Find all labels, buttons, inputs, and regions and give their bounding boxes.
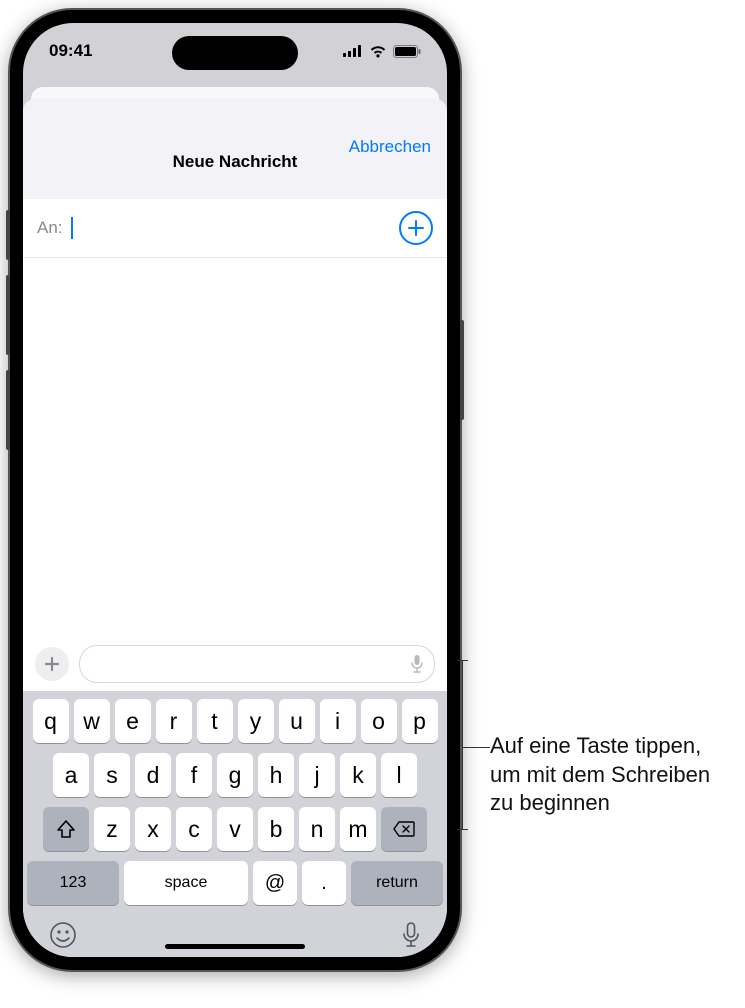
dictation-button[interactable] <box>401 921 421 949</box>
key-row-3: z x c v b n m <box>27 807 443 851</box>
compose-area[interactable] <box>23 258 447 637</box>
backspace-icon <box>392 820 416 838</box>
key-y[interactable]: y <box>238 699 274 743</box>
volume-up <box>6 275 10 355</box>
volume-down <box>6 370 10 450</box>
battery-icon <box>393 45 421 58</box>
shift-key[interactable] <box>43 807 89 851</box>
to-label: An: <box>37 218 63 238</box>
key-p[interactable]: p <box>402 699 438 743</box>
dynamic-island <box>172 36 298 70</box>
backspace-key[interactable] <box>381 807 427 851</box>
key-e[interactable]: e <box>115 699 151 743</box>
message-input-bar <box>23 637 447 691</box>
key-v[interactable]: v <box>217 807 253 851</box>
power-button <box>460 320 464 420</box>
key-row-2: a s d f g h j k l <box>27 753 443 797</box>
status-icons <box>343 45 421 58</box>
emoji-icon <box>49 921 77 949</box>
key-d[interactable]: d <box>135 753 171 797</box>
key-k[interactable]: k <box>340 753 376 797</box>
text-cursor <box>71 217 73 239</box>
callout-text: Auf eine Taste tippen, um mit dem Schrei… <box>490 732 730 818</box>
cellular-icon <box>343 45 363 57</box>
numbers-key[interactable]: 123 <box>27 861 119 905</box>
key-x[interactable]: x <box>135 807 171 851</box>
key-g[interactable]: g <box>217 753 253 797</box>
key-q[interactable]: q <box>33 699 69 743</box>
keyboard: q w e r t y u i o p a s d f g h <box>23 691 447 957</box>
key-l[interactable]: l <box>381 753 417 797</box>
space-key[interactable]: space <box>124 861 248 905</box>
key-r[interactable]: r <box>156 699 192 743</box>
new-message-sheet: Neue Nachricht Abbrechen An: <box>23 99 447 957</box>
emoji-button[interactable] <box>49 921 77 949</box>
mute-switch <box>6 210 10 260</box>
wifi-icon <box>369 45 387 58</box>
key-c[interactable]: c <box>176 807 212 851</box>
key-m[interactable]: m <box>340 807 376 851</box>
cancel-button[interactable]: Abbrechen <box>349 137 431 157</box>
key-h[interactable]: h <box>258 753 294 797</box>
key-w[interactable]: w <box>74 699 110 743</box>
attach-button[interactable] <box>35 647 69 681</box>
message-text-field[interactable] <box>79 645 435 683</box>
key-s[interactable]: s <box>94 753 130 797</box>
plus-icon <box>44 656 60 672</box>
page-title: Neue Nachricht <box>173 126 298 172</box>
at-key[interactable]: @ <box>253 861 297 905</box>
screen: 09:41 Neue Nachricht Abbrechen An: <box>23 23 447 957</box>
key-f[interactable]: f <box>176 753 212 797</box>
key-j[interactable]: j <box>299 753 335 797</box>
to-field-row[interactable]: An: <box>23 199 447 258</box>
plus-icon <box>408 220 424 236</box>
home-indicator[interactable] <box>165 944 305 949</box>
add-contact-button[interactable] <box>399 211 433 245</box>
key-z[interactable]: z <box>94 807 130 851</box>
key-u[interactable]: u <box>279 699 315 743</box>
key-n[interactable]: n <box>299 807 335 851</box>
key-i[interactable]: i <box>320 699 356 743</box>
iphone-frame: 09:41 Neue Nachricht Abbrechen An: <box>10 10 460 970</box>
navbar: Neue Nachricht Abbrechen <box>23 99 447 199</box>
key-o[interactable]: o <box>361 699 397 743</box>
key-row-4: 123 space @ . return <box>27 861 443 905</box>
return-key[interactable]: return <box>351 861 443 905</box>
dot-key[interactable]: . <box>302 861 346 905</box>
shift-icon <box>56 819 76 839</box>
key-row-1: q w e r t y u i o p <box>27 699 443 743</box>
key-t[interactable]: t <box>197 699 233 743</box>
key-b[interactable]: b <box>258 807 294 851</box>
status-time: 09:41 <box>49 41 92 61</box>
key-a[interactable]: a <box>53 753 89 797</box>
annotation-callout: Auf eine Taste tippen, um mit dem Schrei… <box>490 732 730 818</box>
mic-icon <box>410 654 424 674</box>
mic-icon <box>401 921 421 949</box>
